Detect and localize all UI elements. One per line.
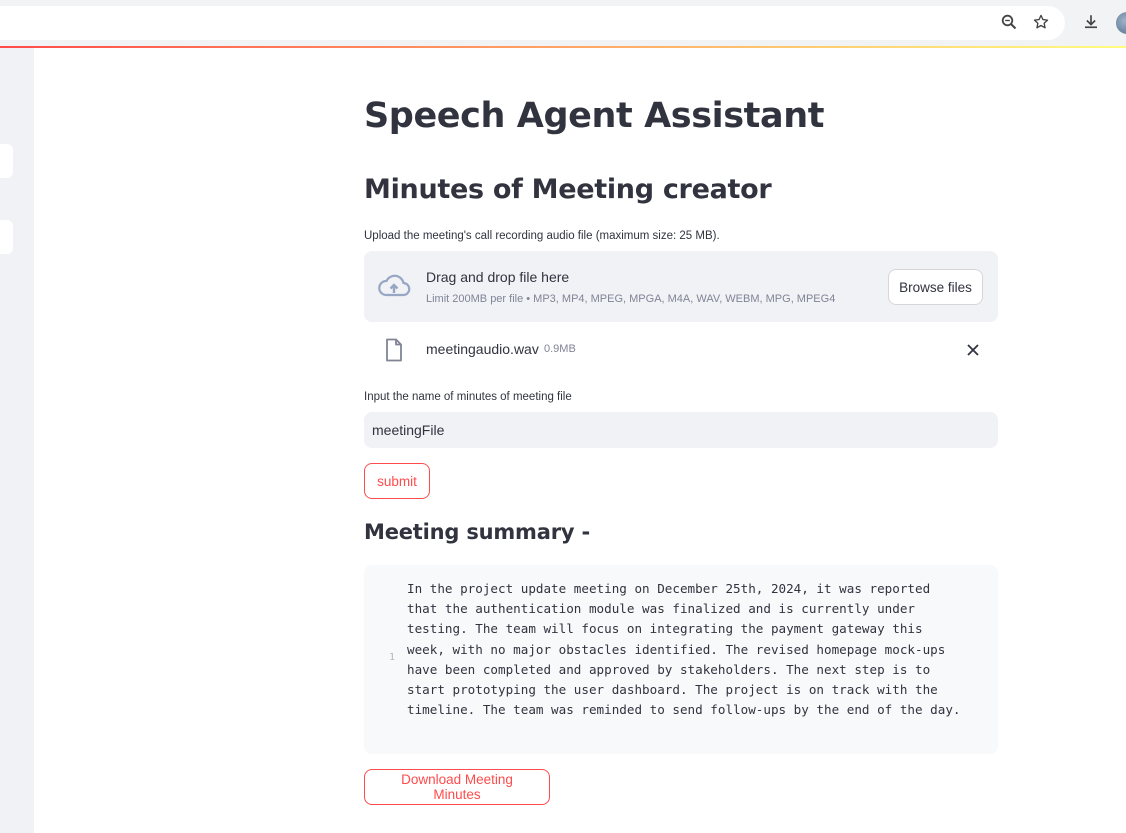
cloud-upload-icon [377, 272, 411, 305]
remove-file-icon[interactable] [964, 341, 982, 359]
dropzone-instruction: Drag and drop file here [426, 269, 570, 285]
uploader-label: Upload the meeting's call recording audi… [364, 230, 720, 242]
summary-code-block: 1 In the project update meeting on Decem… [364, 565, 998, 754]
file-name-input-label: Input the name of minutes of meeting fil… [364, 391, 572, 403]
minutes-file-name-input[interactable] [364, 412, 998, 448]
download-icon[interactable] [1081, 12, 1101, 32]
page-title: Speech Agent Assistant [364, 96, 825, 136]
file-dropzone[interactable]: Drag and drop file here Limit 200MB per … [364, 251, 998, 322]
page-subtitle: Minutes of Meeting creator [364, 174, 772, 205]
sidebar [0, 48, 34, 833]
file-size: 0.9MB [544, 343, 576, 355]
zoom-icon[interactable] [999, 12, 1019, 32]
header-decoration [0, 46, 1126, 48]
sidebar-widget-1[interactable] [0, 144, 13, 178]
profile-avatar[interactable] [1116, 12, 1126, 34]
download-minutes-button[interactable]: Download Meeting Minutes [364, 769, 550, 805]
summary-heading: Meeting summary - [364, 520, 590, 544]
uploaded-file-row: meetingaudio.wav 0.9MB [364, 332, 998, 368]
dropzone-limit-text: Limit 200MB per file • MP3, MP4, MPEG, M… [426, 293, 836, 305]
file-icon [385, 338, 403, 367]
sidebar-widget-2[interactable] [0, 220, 13, 254]
address-bar[interactable] [0, 6, 1065, 40]
submit-button[interactable]: submit [364, 463, 430, 499]
browse-files-button[interactable]: Browse files [888, 269, 983, 305]
browser-toolbar [0, 0, 1126, 46]
line-number: 1 [389, 652, 396, 663]
star-icon[interactable] [1031, 12, 1051, 32]
summary-text: In the project update meeting on Decembe… [407, 581, 961, 718]
file-name: meetingaudio.wav [426, 341, 539, 357]
